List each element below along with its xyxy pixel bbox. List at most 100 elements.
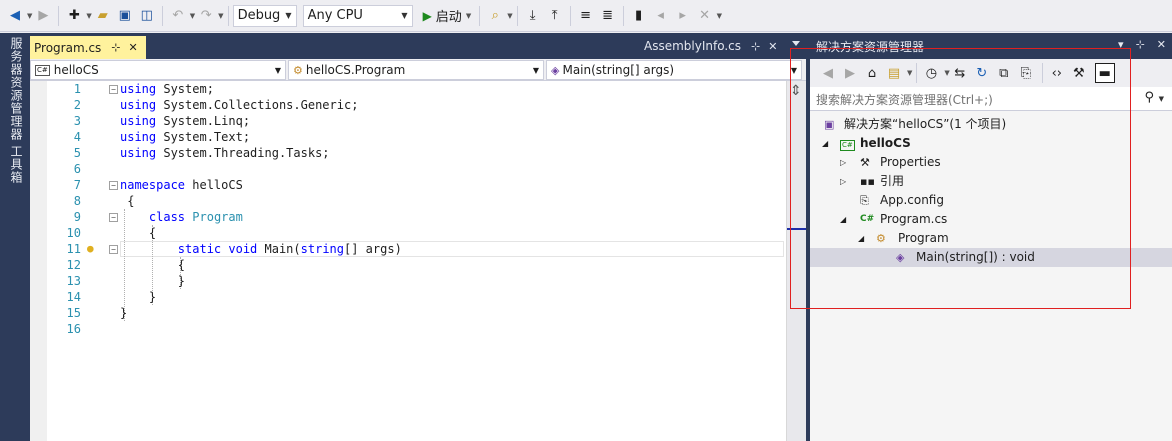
lightbulb-icon[interactable]: ● bbox=[87, 241, 94, 257]
forward-icon[interactable]: ▶ bbox=[32, 4, 54, 28]
line-number: 7 bbox=[73, 178, 81, 192]
tree-item-main-method[interactable]: ◈ Main(string[]) : void bbox=[810, 248, 1172, 267]
line-number: 8 bbox=[73, 194, 81, 208]
clear-bookmarks-icon[interactable]: ✕ bbox=[694, 4, 716, 28]
csharp-file-icon: C# bbox=[860, 214, 875, 224]
redo-dropdown-icon[interactable]: ▼ bbox=[218, 12, 223, 20]
new-project-icon[interactable]: ✚ bbox=[63, 4, 85, 28]
server-explorer-tab[interactable]: 服务器资源管理器 bbox=[8, 37, 25, 141]
tree-item-solution[interactable]: ▣ 解决方案“helloCS”(1 个项目) bbox=[810, 115, 1172, 134]
split-window-icon[interactable]: ⇕ bbox=[790, 83, 802, 99]
tree-item-project-hellocs[interactable]: ◢ C# helloCS bbox=[810, 134, 1172, 153]
code-line: 9 − class Program bbox=[30, 209, 786, 225]
pin-icon[interactable]: ⊹ bbox=[751, 40, 760, 53]
switch-views-icon[interactable]: ▤ bbox=[884, 63, 904, 83]
collapse-icon[interactable]: − bbox=[109, 85, 118, 94]
solution-explorer-title: 解决方案资源管理器 bbox=[816, 40, 925, 54]
member-select[interactable]: ◈ Main(string[] args) ▼ bbox=[546, 60, 802, 80]
tree-item-program-class[interactable]: ◢ ⚙ Program bbox=[810, 229, 1172, 248]
start-button[interactable]: ▶ 启动 ▼ bbox=[419, 6, 476, 26]
tree-item-label: helloCS bbox=[860, 136, 911, 150]
document-tab-strip: Program.cs ⊹ ✕ AssemblyInfo.cs ⊹ ✕ bbox=[30, 33, 806, 59]
collapsed-arrow-icon[interactable]: ▷ bbox=[840, 153, 846, 172]
line-number: 2 bbox=[73, 98, 81, 112]
preview-selected-items-icon[interactable]: ▬ bbox=[1094, 63, 1115, 83]
undo-icon[interactable]: ↶ bbox=[167, 4, 189, 28]
editor-vertical-scrollbar[interactable]: ⇕ bbox=[786, 81, 807, 441]
sync-icon[interactable]: ⇆ bbox=[950, 63, 970, 83]
solution-platform-select[interactable]: Any CPU ▼ bbox=[302, 4, 413, 27]
pending-changes-filter-icon[interactable]: ◷ bbox=[921, 63, 941, 83]
show-all-files-icon[interactable]: ⎘ bbox=[1016, 63, 1036, 83]
redo-icon[interactable]: ↷ bbox=[195, 4, 217, 28]
step-into-icon[interactable]: ⤓ bbox=[522, 4, 544, 28]
code-line: 10 { bbox=[30, 225, 786, 241]
close-icon[interactable]: ✕ bbox=[768, 40, 777, 53]
project-select[interactable]: C# helloCS ▼ bbox=[30, 60, 286, 80]
find-in-files-icon[interactable]: ⌕ bbox=[484, 4, 506, 28]
code-line: 14 } bbox=[30, 289, 786, 305]
collapse-icon[interactable]: − bbox=[109, 213, 118, 222]
member-select-value: Main(string[] args) bbox=[562, 63, 675, 77]
solution-icon: ▣ bbox=[824, 118, 835, 131]
collapse-icon[interactable]: − bbox=[109, 181, 118, 190]
tab-assemblyinfo-cs[interactable]: AssemblyInfo.cs ⊹ ✕ bbox=[644, 39, 777, 53]
solution-explorer-search-input[interactable]: 搜索解决方案资源管理器(Ctrl+;) ⚲ ▼ bbox=[810, 87, 1172, 111]
tab-list-dropdown-icon[interactable] bbox=[792, 41, 800, 46]
step-out-icon[interactable]: ⤒ bbox=[544, 4, 566, 28]
tab-label: AssemblyInfo.cs bbox=[644, 39, 742, 53]
back-icon[interactable]: ◀ bbox=[4, 4, 26, 28]
collapsed-arrow-icon[interactable]: ▷ bbox=[840, 172, 846, 191]
home-icon[interactable]: ⌂ bbox=[862, 63, 882, 83]
bookmark-icon[interactable]: ▮ bbox=[628, 4, 650, 28]
project-select-value: helloCS bbox=[53, 63, 99, 77]
properties-wrench-icon[interactable]: ⚒ bbox=[1069, 63, 1089, 83]
line-number: 3 bbox=[73, 114, 81, 128]
tree-item-properties[interactable]: ▷ ⚒ Properties bbox=[810, 153, 1172, 172]
comment-lines-icon[interactable]: ≡ bbox=[575, 4, 597, 28]
close-icon[interactable]: ✕ bbox=[129, 41, 138, 54]
pin-icon[interactable]: ⊹ bbox=[1136, 38, 1145, 51]
toolbox-tab[interactable]: 工具箱 bbox=[8, 145, 25, 184]
collapse-icon[interactable]: − bbox=[109, 245, 118, 254]
type-select[interactable]: ⚙ helloCS.Program ▼ bbox=[288, 60, 544, 80]
start-dropdown-icon[interactable]: ▼ bbox=[466, 12, 471, 20]
expanded-arrow-icon[interactable]: ◢ bbox=[822, 134, 828, 153]
expanded-arrow-icon[interactable]: ◢ bbox=[858, 229, 864, 248]
switch-views-dropdown-icon[interactable]: ▼ bbox=[907, 69, 912, 77]
tab-program-cs[interactable]: Program.cs ⊹ ✕ bbox=[30, 36, 146, 59]
code-line: 4 using System.Text; bbox=[30, 129, 786, 145]
refresh-icon[interactable]: ↻ bbox=[972, 63, 992, 83]
solution-explorer-panel: 解决方案资源管理器 ▾ ⊹ ✕ ◀ ▶ ⌂ ▤ ▼ ◷ ▼ ⇆ ↻ ⧉ ⎘ ‹› ⚒… bbox=[810, 33, 1172, 441]
open-folder-icon[interactable]: ▰ bbox=[92, 4, 114, 28]
tree-item-label: 解决方案“helloCS”(1 个项目) bbox=[844, 117, 1007, 131]
expanded-arrow-icon[interactable]: ◢ bbox=[840, 210, 846, 229]
collapse-all-icon[interactable]: ⧉ bbox=[994, 63, 1014, 83]
forward-icon[interactable]: ▶ bbox=[840, 63, 860, 83]
window-menu-icon[interactable]: ▾ bbox=[1118, 38, 1124, 51]
solution-configuration-select[interactable]: Debug ▼ bbox=[232, 4, 297, 27]
previous-bookmark-icon[interactable]: ◂ bbox=[650, 4, 672, 28]
save-all-icon[interactable]: ◫ bbox=[136, 4, 158, 28]
next-bookmark-icon[interactable]: ▸ bbox=[672, 4, 694, 28]
close-icon[interactable]: ✕ bbox=[1157, 38, 1166, 51]
code-editor[interactable]: 1 − using System; 2 using System.Collect… bbox=[30, 81, 786, 441]
uncomment-lines-icon[interactable]: ≣ bbox=[597, 4, 619, 28]
save-icon[interactable]: ▣ bbox=[114, 4, 136, 28]
search-icon[interactable]: ⚲ bbox=[1144, 90, 1154, 105]
view-code-icon[interactable]: ‹› bbox=[1047, 63, 1067, 83]
toolbar-separator bbox=[622, 5, 624, 26]
find-dropdown-icon[interactable]: ▼ bbox=[507, 12, 512, 20]
code-text: } bbox=[120, 290, 157, 304]
pin-icon[interactable]: ⊹ bbox=[111, 41, 120, 54]
tree-item-app-config[interactable]: ⎘ App.config bbox=[810, 191, 1172, 210]
line-number: 10 bbox=[66, 226, 81, 240]
tree-item-program-cs[interactable]: ◢ C# Program.cs bbox=[810, 210, 1172, 229]
tree-item-label: Main(string[]) : void bbox=[916, 250, 1035, 264]
toolbar-overflow-icon[interactable]: ▼ bbox=[717, 12, 722, 20]
config-file-icon: ⎘ bbox=[860, 194, 869, 207]
search-options-dropdown-icon[interactable]: ▼ bbox=[1159, 95, 1164, 103]
code-text: using System.Linq; bbox=[120, 114, 251, 128]
back-icon[interactable]: ◀ bbox=[818, 63, 838, 83]
tree-item-references[interactable]: ▷ ▪▪ 引用 bbox=[810, 172, 1172, 191]
